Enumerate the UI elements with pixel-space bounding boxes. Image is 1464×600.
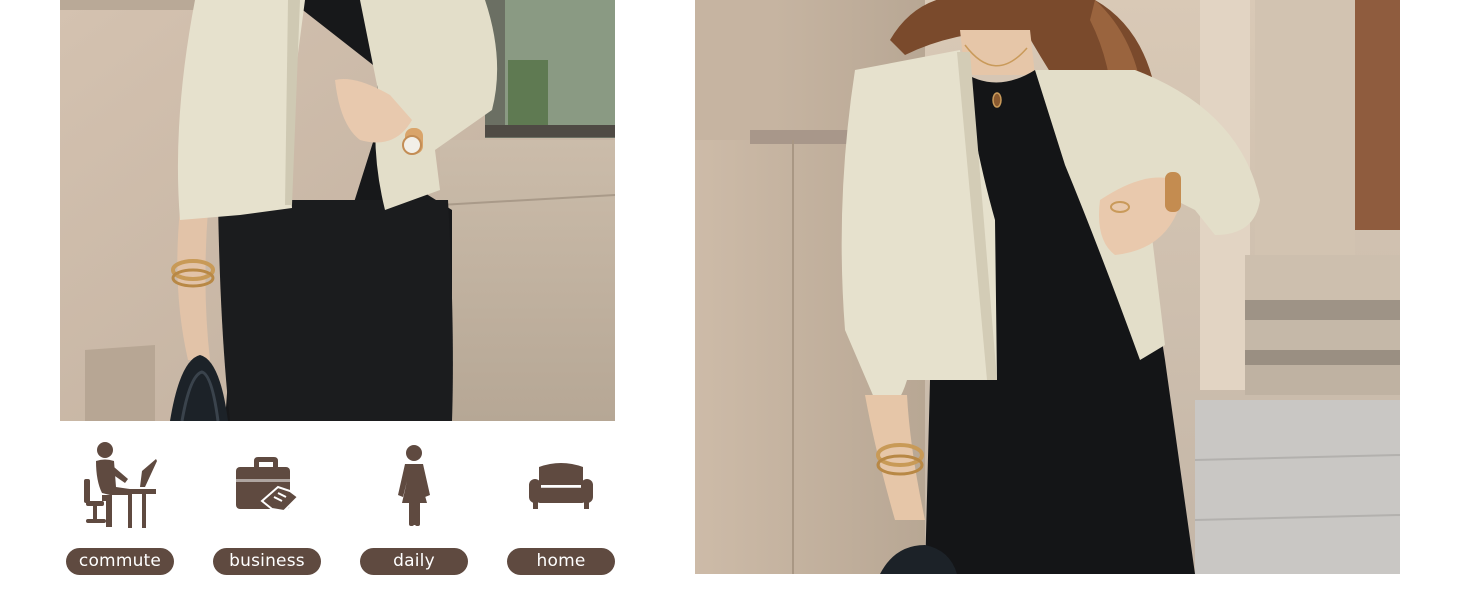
occasion-commute: commute xyxy=(66,440,174,576)
desk-worker-icon xyxy=(66,440,174,532)
occasion-home: home xyxy=(507,440,615,576)
occasion-label-daily: daily xyxy=(360,548,468,575)
occasion-daily: daily xyxy=(360,440,468,576)
occasion-label-business: business xyxy=(213,548,321,575)
sofa-icon xyxy=(507,440,615,532)
occasion-label-commute: commute xyxy=(66,548,174,575)
woman-figure-icon xyxy=(360,440,468,532)
product-photo-right xyxy=(695,0,1400,574)
product-photo-left xyxy=(60,0,615,421)
occasion-label-home: home xyxy=(507,548,615,575)
occasion-business: business xyxy=(213,440,321,576)
briefcase-handshake-icon xyxy=(213,440,321,532)
